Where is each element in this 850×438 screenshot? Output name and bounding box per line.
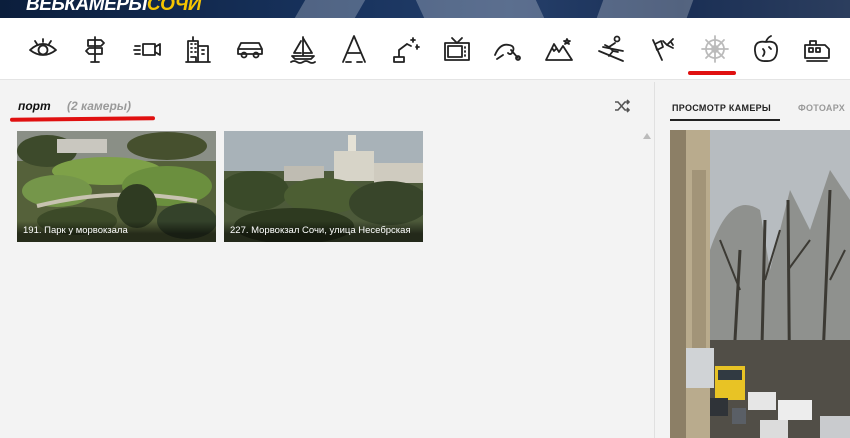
train-icon[interactable]: [800, 32, 834, 66]
ship-wheel-icon[interactable]: [698, 32, 732, 66]
building-icon[interactable]: [181, 32, 215, 66]
mountains-icon[interactable]: [542, 32, 576, 66]
letter-a-icon[interactable]: [337, 32, 371, 66]
skier-icon[interactable]: [594, 32, 628, 66]
camera-preview[interactable]: [670, 130, 850, 438]
video-camera-icon[interactable]: [130, 32, 164, 66]
tab-camera-view[interactable]: ПРОСМОТР КАМЕРЫ: [672, 103, 771, 113]
flag-icon[interactable]: [646, 32, 680, 66]
camera-preview-image: [670, 130, 850, 438]
camera-count: (2 камеры): [67, 99, 132, 113]
camera-caption: 191. Парк у морвокзала: [17, 221, 216, 242]
wave-icon[interactable]: [491, 32, 525, 66]
active-tab-indicator: [670, 119, 780, 121]
scroll-up-arrow[interactable]: [643, 133, 651, 139]
eye-icon[interactable]: [26, 32, 60, 66]
sailboat-icon[interactable]: [286, 32, 320, 66]
camera-card[interactable]: 227. Морвокзал Сочи, улица Несебрская: [224, 131, 423, 242]
category-title: порт: [18, 99, 51, 113]
car-icon[interactable]: [233, 32, 267, 66]
banner-mountain: [415, 0, 545, 18]
category-annotation: [9, 116, 156, 122]
tv-icon[interactable]: [440, 32, 474, 66]
site-banner: ВЕБКАМЕРЫСОЧИ: [0, 0, 850, 18]
signpost-icon[interactable]: [78, 32, 112, 66]
banner-mountain: [294, 0, 366, 18]
fruit-icon[interactable]: [749, 32, 783, 66]
camera-card[interactable]: 191. Парк у морвокзала: [17, 131, 216, 242]
camera-caption: 227. Морвокзал Сочи, улица Несебрская: [224, 221, 423, 242]
drone-icon[interactable]: [388, 32, 422, 66]
active-category-annotation: [688, 71, 736, 75]
shuffle-icon[interactable]: [614, 99, 631, 113]
tab-photo-archive[interactable]: ФОТОАРХ: [798, 103, 845, 113]
panel-divider: [654, 82, 655, 438]
site-logo[interactable]: ВЕБКАМЕРЫСОЧИ: [26, 0, 202, 16]
banner-mountain: [596, 0, 694, 18]
